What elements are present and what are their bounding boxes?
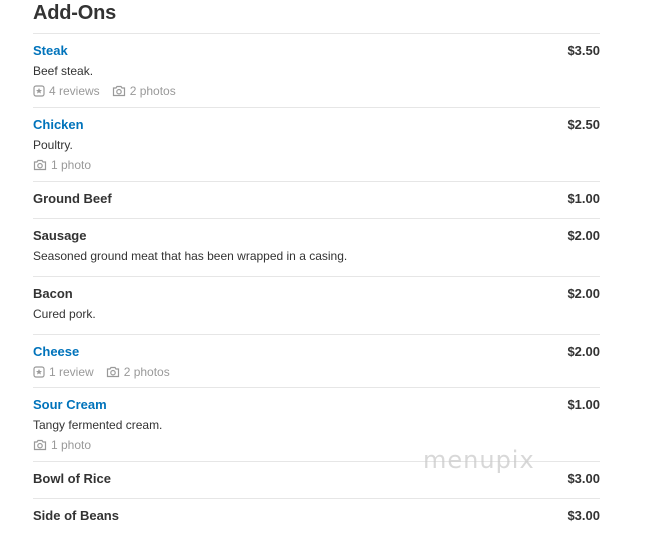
item-description: Tangy fermented cream. xyxy=(33,418,163,432)
review-star-icon xyxy=(33,85,45,97)
item-price: $2.00 xyxy=(567,286,600,301)
item-name: Sausage xyxy=(33,228,87,243)
item-name: Bowl of Rice xyxy=(33,471,112,486)
reviews-link[interactable]: 1 review xyxy=(33,365,94,379)
item-description: Beef steak. xyxy=(33,64,94,78)
menu-item-chicken: Chicken $2.50 Poultry. 1 photo xyxy=(33,107,600,181)
item-description: Poultry. xyxy=(33,138,73,152)
item-price: $3.00 xyxy=(567,508,600,523)
menu-item-steak: Steak $3.50 Beef steak. 4 reviews 2 phot… xyxy=(33,33,600,107)
reviews-count: 1 review xyxy=(49,365,94,379)
photos-link[interactable]: 2 photos xyxy=(112,84,176,98)
reviews-count: 4 reviews xyxy=(49,84,100,98)
reviews-link[interactable]: 4 reviews xyxy=(33,84,100,98)
photos-link[interactable]: 1 photo xyxy=(33,438,91,452)
photos-count: 2 photos xyxy=(123,365,170,379)
photos-link[interactable]: 1 photo xyxy=(33,158,91,172)
review-star-icon xyxy=(33,366,45,378)
photos-count: 1 photo xyxy=(51,438,92,452)
item-name-link[interactable]: Cheese xyxy=(33,344,79,359)
camera-icon xyxy=(112,85,125,97)
menu-item-side-of-beans: Side of Beans $3.00 xyxy=(33,498,600,535)
item-name: Ground Beef xyxy=(33,191,112,206)
menu-item-sausage: Sausage $2.00 Seasoned ground meat that … xyxy=(33,218,600,276)
photos-count: 2 photos xyxy=(129,84,176,98)
menu-item-ground-beef: Ground Beef $1.00 xyxy=(33,181,600,218)
menu-item-cheese: Cheese $2.00 1 review 2 photos xyxy=(33,334,600,387)
item-price: $2.50 xyxy=(567,117,600,132)
photos-count: 1 photo xyxy=(51,158,92,172)
item-price: $2.00 xyxy=(567,228,600,243)
camera-icon xyxy=(33,159,47,171)
item-name-link[interactable]: Steak xyxy=(33,43,68,58)
item-price: $2.00 xyxy=(567,344,600,359)
item-price: $3.50 xyxy=(567,43,600,58)
item-name: Side of Beans xyxy=(33,508,119,523)
item-name-link[interactable]: Sour Cream xyxy=(33,397,107,412)
section-title: Add-Ons xyxy=(33,2,117,24)
camera-icon xyxy=(106,366,119,378)
item-price: $1.00 xyxy=(567,397,600,412)
item-price: $3.00 xyxy=(567,471,600,486)
item-description: Cured pork. xyxy=(33,307,96,321)
item-description: Seasoned ground meat that has been wrapp… xyxy=(33,249,348,263)
menu-item-bacon: Bacon $2.00 Cured pork. xyxy=(33,276,600,334)
watermark-logo: menupix xyxy=(423,446,535,474)
item-name-link[interactable]: Chicken xyxy=(33,117,84,132)
item-name: Bacon xyxy=(33,286,73,301)
camera-icon xyxy=(33,439,47,451)
item-price: $1.00 xyxy=(567,191,600,206)
photos-link[interactable]: 2 photos xyxy=(106,365,170,379)
